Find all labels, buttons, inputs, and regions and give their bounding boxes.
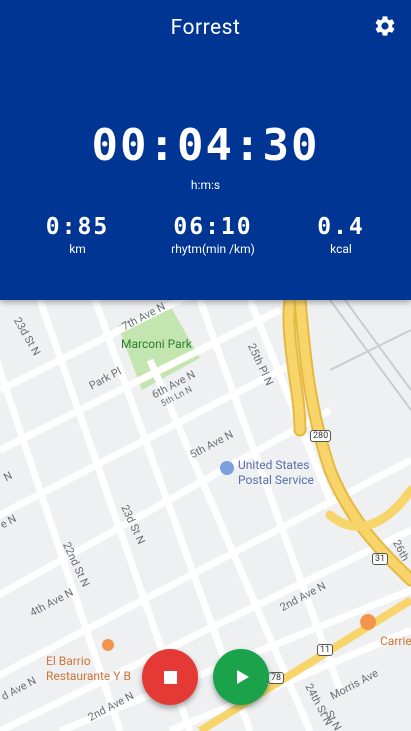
rhythm-label: rhytm(min /km) [171,242,255,256]
highway-shield: 31 [372,553,389,565]
stop-icon [163,670,177,684]
postal-label: United States Postal Service [238,458,314,487]
restaurant-icon [360,614,377,630]
calories-value: 0.4 [317,214,365,240]
distance-stat: 0:85 km [30,214,125,256]
calories-stat: 0.4 kcal [300,214,382,256]
highway-shield: 11 [317,644,334,656]
map-pin-icon [220,461,234,475]
distance-value: 0:85 [45,214,110,240]
stop-button[interactable] [142,649,198,705]
carrie-label: Carrie [380,634,411,648]
route-map[interactable]: Marconi Park United States Postal Servic… [0,300,411,731]
app-title: Forrest [170,16,241,40]
rhythm-stat: 06:10 rhytm(min /km) [153,214,273,256]
distance-label: km [69,242,86,256]
play-button[interactable] [213,649,269,705]
calories-label: kcal [330,242,352,256]
elapsed-time: 00:04:30 [91,120,320,171]
play-icon [237,670,249,684]
rhythm-value: 06:10 [173,214,253,240]
restaurant-label: El Barrio Restaurante Y B [46,654,131,683]
elapsed-time-unit: h:m:s [190,178,221,192]
gear-icon[interactable] [373,14,397,38]
highway-shield: 280 [310,430,332,442]
highway-shield: 78 [268,672,285,684]
stats-header: Forrest 00:04:30 h:m:s 0:85 km 06:10 rhy… [0,0,411,300]
park-label: Marconi Park [121,337,192,351]
